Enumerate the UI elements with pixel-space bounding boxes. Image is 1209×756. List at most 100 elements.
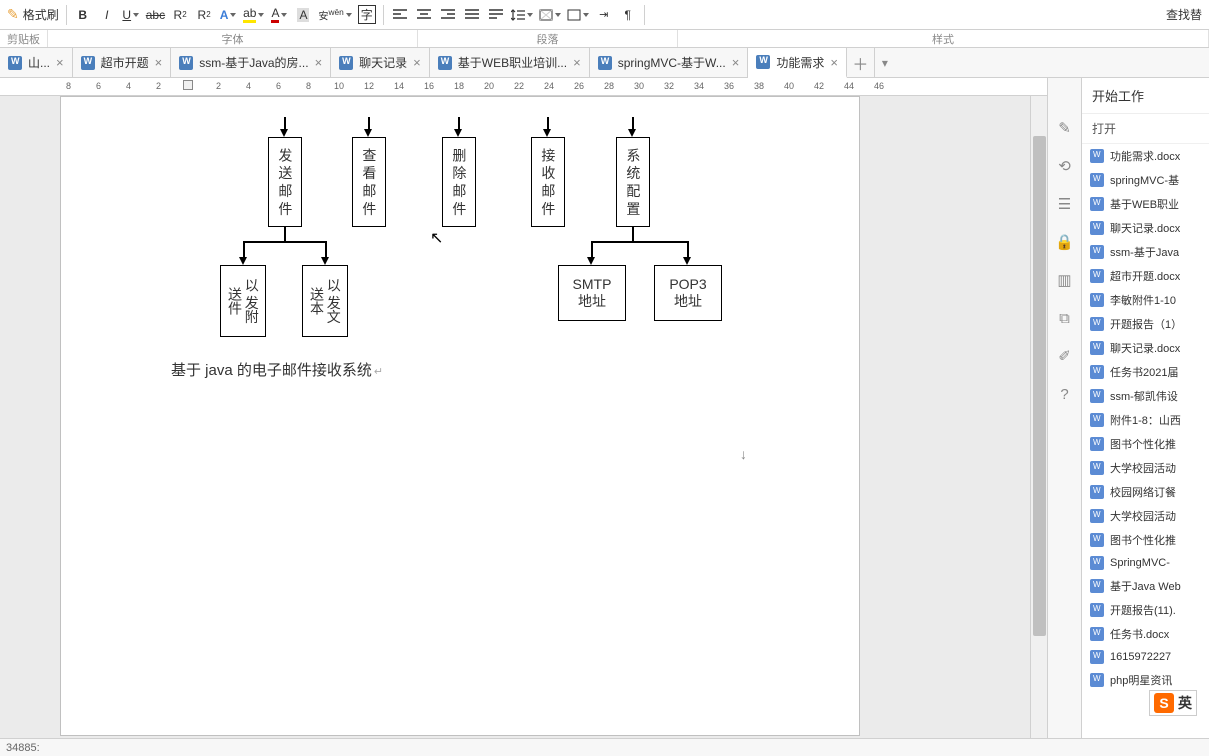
arrow-down-icon	[280, 129, 288, 137]
recent-file-item[interactable]: ssm-郁凯伟设	[1082, 384, 1209, 408]
align-right-button[interactable]	[437, 4, 459, 26]
document-tab[interactable]: ssm-基于Java的房...×	[171, 48, 331, 77]
vertical-scrollbar[interactable]	[1030, 96, 1047, 738]
bold-button[interactable]: B	[72, 4, 94, 26]
group-style: 样式	[678, 30, 1209, 47]
ruler-tick: 20	[484, 81, 494, 91]
recent-file-item[interactable]: 图书个性化推	[1082, 528, 1209, 552]
recent-file-item[interactable]: 任务书2021届	[1082, 360, 1209, 384]
tab-label: 基于WEB职业培训...	[458, 54, 567, 71]
recent-file-item[interactable]: springMVC-基	[1082, 168, 1209, 192]
recent-file-item[interactable]: 基于WEB职业	[1082, 192, 1209, 216]
close-icon[interactable]: ×	[315, 55, 323, 70]
char-shading-button[interactable]: A	[292, 4, 314, 26]
find-replace-button[interactable]: 查找替	[1164, 4, 1204, 26]
layers-icon[interactable]: ▥	[1055, 270, 1075, 290]
recent-file-item[interactable]: ssm-基于Java	[1082, 240, 1209, 264]
recent-file-item[interactable]: 1615972227	[1082, 646, 1209, 668]
tab-menu-button[interactable]: ▾	[875, 48, 895, 77]
format-painter-button[interactable]: ✎ 格式刷	[5, 4, 61, 26]
connector-line	[632, 227, 634, 241]
group-paragraph: 段落	[418, 30, 678, 47]
font-color-button[interactable]: A	[268, 4, 290, 26]
document-tab[interactable]: springMVC-基于W...×	[590, 48, 749, 77]
horizontal-ruler[interactable]: 8642246810121416182022242628303234363840…	[0, 78, 1047, 96]
superscript-button[interactable]: R2	[193, 4, 215, 26]
strikethrough-button[interactable]: abc	[144, 4, 167, 26]
close-icon[interactable]: ×	[830, 55, 838, 70]
close-icon[interactable]: ×	[413, 55, 421, 70]
scrollbar-thumb[interactable]	[1033, 136, 1046, 636]
panel-open-label[interactable]: 打开	[1082, 114, 1209, 144]
lock-icon[interactable]: 🔒	[1055, 232, 1075, 252]
file-name: 功能需求.docx	[1110, 148, 1180, 164]
enclose-button[interactable]: 字	[356, 4, 378, 26]
recent-file-item[interactable]: php明星资讯	[1082, 668, 1209, 692]
page-scroll-area[interactable]: 发 送 邮 件 查 看 邮 件 删 除 邮 件 接 收 邮 件 系 统 配 置 …	[0, 96, 1047, 738]
align-center-button[interactable]	[413, 4, 435, 26]
recent-file-item[interactable]: 附件1-8：山西	[1082, 408, 1209, 432]
box-send-attachment: 以 发附 送件	[220, 265, 266, 337]
line-spacing-button[interactable]	[509, 4, 535, 26]
underline-button[interactable]: U	[120, 4, 142, 26]
close-icon[interactable]: ×	[573, 55, 581, 70]
recent-file-item[interactable]: 开题报告（1）	[1082, 312, 1209, 336]
recent-file-item[interactable]: SpringMVC-	[1082, 552, 1209, 574]
recent-file-item[interactable]: 任务书.docx	[1082, 622, 1209, 646]
borders-button[interactable]	[565, 4, 591, 26]
recent-file-item[interactable]: 李敏附件1-10	[1082, 288, 1209, 312]
tab-add-button[interactable]: ＋	[847, 48, 875, 77]
pinyin-button[interactable]: 安wēn	[316, 4, 353, 26]
close-icon[interactable]: ×	[732, 55, 740, 70]
ruler-tick: 32	[664, 81, 674, 91]
recent-file-item[interactable]: 聊天记录.docx	[1082, 216, 1209, 240]
separator	[383, 5, 384, 25]
document-tab[interactable]: 基于WEB职业培训... ×	[430, 48, 590, 77]
recent-file-item[interactable]: 校园网络订餐	[1082, 480, 1209, 504]
document-tab[interactable]: 山...×	[0, 48, 73, 77]
ime-indicator[interactable]: S 英	[1149, 690, 1197, 716]
outline-icon[interactable]: ☰	[1055, 194, 1075, 214]
word-doc-icon	[1090, 269, 1104, 283]
align-justify-button[interactable]	[461, 4, 483, 26]
file-name: ssm-基于Java	[1110, 244, 1179, 260]
ruler-tick: 10	[334, 81, 344, 91]
arrow-down-icon	[587, 257, 595, 265]
close-icon[interactable]: ×	[155, 55, 163, 70]
align-left-button[interactable]	[389, 4, 411, 26]
word-doc-icon	[1090, 533, 1104, 547]
tools-icon[interactable]: ✎	[1055, 118, 1075, 138]
ruler-indent-marker[interactable]	[183, 80, 193, 90]
copy-icon[interactable]: ⧉	[1055, 308, 1075, 328]
ruler-tick: 26	[574, 81, 584, 91]
help-icon[interactable]: ?	[1055, 384, 1075, 404]
ruler-tick: 30	[634, 81, 644, 91]
subscript-button[interactable]: R2	[169, 4, 191, 26]
recent-file-item[interactable]: 基于Java Web	[1082, 574, 1209, 598]
document-tab[interactable]: 聊天记录×	[331, 48, 430, 77]
show-marks-button[interactable]: ¶	[617, 4, 639, 26]
settings-icon[interactable]: ⟲	[1055, 156, 1075, 176]
ruler-tick: 36	[724, 81, 734, 91]
italic-button[interactable]: I	[96, 4, 118, 26]
recent-file-item[interactable]: 大学校园活动	[1082, 456, 1209, 480]
font-effects-button[interactable]: A	[217, 4, 239, 26]
recent-file-item[interactable]: 功能需求.docx	[1082, 144, 1209, 168]
recent-files-list[interactable]: 功能需求.docx springMVC-基基于WEB职业聊天记录.docx ssm-…	[1082, 144, 1209, 738]
recent-file-item[interactable]: 超市开题.docx	[1082, 264, 1209, 288]
highlight-button[interactable]: ab	[241, 4, 266, 26]
align-distribute-button[interactable]	[485, 4, 507, 26]
close-icon[interactable]: ×	[56, 55, 64, 70]
document-tab[interactable]: 超市开题×	[73, 48, 172, 77]
recent-file-item[interactable]: 图书个性化推	[1082, 432, 1209, 456]
connector-line	[243, 241, 325, 243]
brush-icon: ✎	[7, 6, 19, 23]
recent-file-item[interactable]: 聊天记录.docx	[1082, 336, 1209, 360]
recent-file-item[interactable]: 开题报告(11).	[1082, 598, 1209, 622]
edit-icon[interactable]: ✐	[1055, 346, 1075, 366]
recent-file-item[interactable]: 大学校园活动	[1082, 504, 1209, 528]
file-name: 超市开题.docx	[1110, 268, 1180, 284]
document-tab[interactable]: 功能需求×	[748, 48, 847, 78]
tab-button[interactable]: ⇥	[593, 4, 615, 26]
shading-button[interactable]	[537, 4, 563, 26]
